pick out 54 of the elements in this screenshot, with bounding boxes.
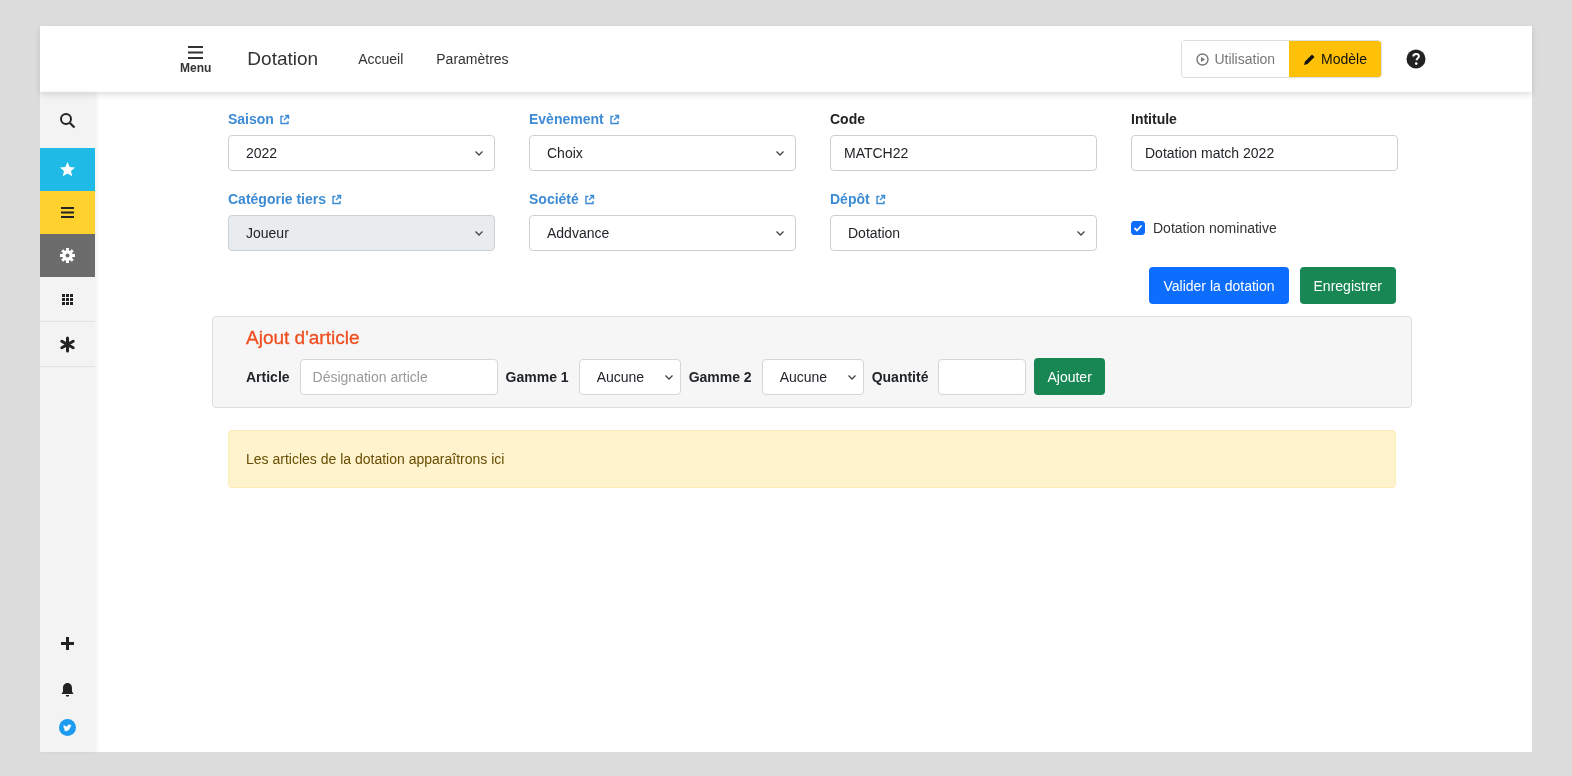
caret-icon (474, 148, 484, 158)
field-label: Code (830, 111, 865, 127)
bell-icon (59, 680, 76, 698)
select-field[interactable]: Aucune (578, 358, 681, 395)
field-label-link[interactable]: Evènement (529, 111, 604, 127)
field-label: Gamme 2 (688, 368, 752, 385)
hamburger-icon (187, 43, 205, 61)
help-icon[interactable] (1406, 49, 1426, 69)
external-link-icon (583, 193, 595, 205)
pencil-icon (1303, 52, 1317, 66)
input-field[interactable] (938, 358, 1027, 395)
check-icon (1133, 223, 1143, 233)
field-label-link[interactable]: Saison (228, 111, 274, 127)
caret-icon (1076, 228, 1086, 238)
external-link-icon (331, 193, 343, 205)
caret-icon (775, 148, 785, 158)
select-field[interactable]: Aucune (761, 358, 864, 395)
panel-title: Ajout d'article (246, 327, 361, 349)
bird-icon (59, 718, 76, 736)
settings-icon (59, 246, 76, 264)
play-icon (1196, 52, 1210, 66)
select-field[interactable]: 2022 (228, 135, 495, 171)
action-button[interactable]: Enregistrer (1299, 267, 1396, 304)
mode-toggle[interactable]: Modèle (1289, 41, 1381, 77)
input-field[interactable]: Dotation match 2022 (1131, 135, 1398, 171)
info-alert: Les articles de la dotation apparaîtrons ici (228, 430, 1396, 488)
checkbox[interactable] (1131, 221, 1145, 235)
caret-icon (474, 228, 484, 238)
nav-link[interactable]: Paramètres (436, 51, 509, 67)
external-link-icon (874, 193, 886, 205)
input-field[interactable]: MATCH22 (830, 135, 1097, 171)
menu-button[interactable]: Menu (180, 43, 212, 75)
field-label-link[interactable]: Société (529, 191, 579, 207)
field-label: Article (246, 368, 290, 385)
field-label: Gamme 1 (505, 368, 569, 385)
field-label: Quantité (871, 368, 929, 385)
checkbox-label: Dotation nominative (1153, 220, 1277, 236)
plus-icon (59, 634, 76, 652)
page-title: Dotation (247, 48, 319, 70)
select-field[interactable]: Choix (529, 135, 796, 171)
asterisk-icon (59, 335, 76, 353)
select-field[interactable]: Dotation (830, 215, 1097, 251)
external-link-icon (278, 113, 290, 125)
field-label-link[interactable]: Dépôt (830, 191, 870, 207)
nav-link[interactable]: Accueil (358, 51, 404, 67)
search-icon (59, 111, 76, 129)
action-button[interactable]: Valider la dotation (1149, 267, 1289, 304)
star-icon (59, 160, 76, 178)
caret-icon (775, 228, 785, 238)
external-link-icon (608, 113, 620, 125)
field-label: Intitule (1131, 111, 1177, 127)
sidebar-button[interactable] (40, 191, 95, 234)
select-field[interactable]: Addvance (529, 215, 796, 251)
add-button[interactable]: Ajouter (1034, 358, 1105, 395)
